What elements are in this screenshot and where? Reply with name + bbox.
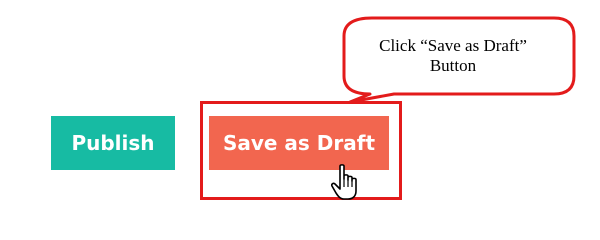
callout-text: Click “Save as Draft” Button (340, 36, 566, 76)
callout-line-2: Button (429, 56, 477, 75)
publish-button[interactable]: Publish (51, 116, 175, 170)
hand-pointer-icon (331, 164, 357, 200)
screenshot-stage: Publish Save as Draft Click “Save as Dra… (0, 0, 600, 230)
save-as-draft-button[interactable]: Save as Draft (209, 116, 389, 170)
callout-line-1: Click “Save as Draft” (379, 36, 527, 55)
